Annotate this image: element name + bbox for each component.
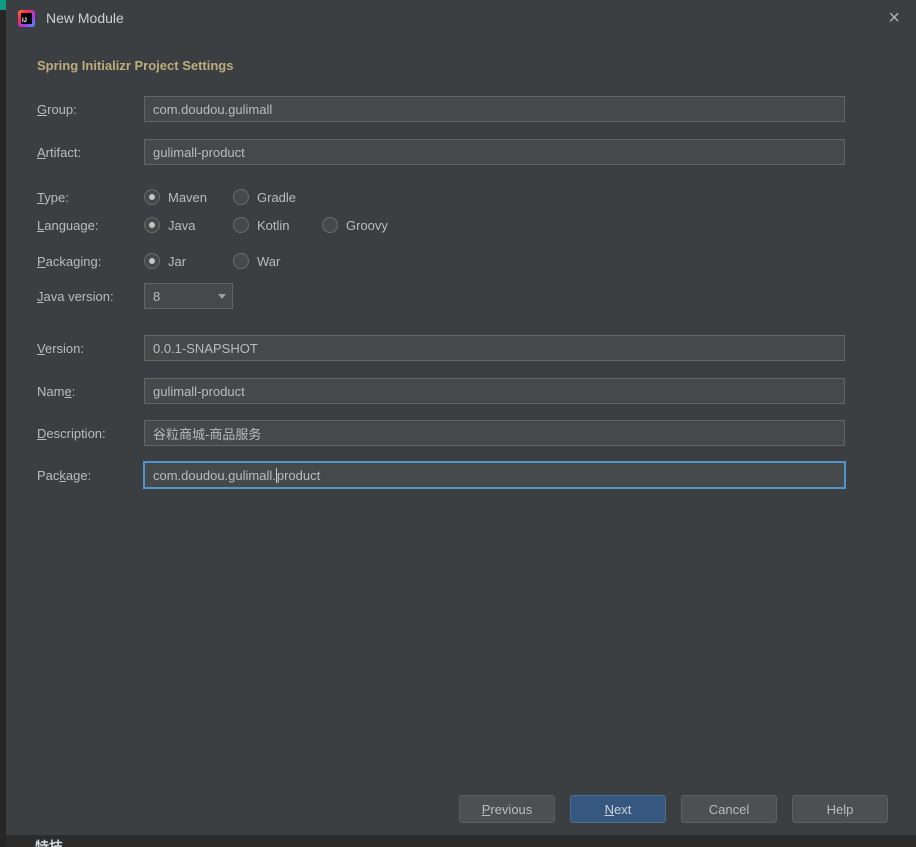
group-input[interactable]: com.doudou.gulimall: [144, 96, 845, 122]
description-label: Description:: [37, 425, 106, 441]
next-button[interactable]: Next: [570, 795, 666, 823]
language-radio-group: Java Kotlin Groovy: [144, 217, 411, 233]
intellij-logo-icon: [18, 9, 35, 27]
dialog-button-bar: Previous Next Cancel Help: [459, 795, 888, 823]
name-label: Name:: [37, 383, 76, 399]
radio-icon: [144, 189, 160, 205]
name-input[interactable]: gulimall-product: [144, 378, 845, 404]
packaging-jar-radio[interactable]: Jar: [144, 253, 233, 269]
page-title: Spring Initializr Project Settings: [37, 58, 234, 73]
cancel-button[interactable]: Cancel: [681, 795, 777, 823]
packaging-war-radio[interactable]: War: [233, 253, 322, 269]
previous-button[interactable]: Previous: [459, 795, 555, 823]
package-input[interactable]: com.doudou.gulimall. product: [144, 462, 845, 488]
language-java-radio[interactable]: Java: [144, 217, 233, 233]
description-input[interactable]: 谷粒商城-商品服务: [144, 420, 845, 446]
background-text: 特技: [35, 839, 63, 847]
type-label: Type:: [37, 189, 69, 205]
help-button[interactable]: Help: [792, 795, 888, 823]
spring-initializr-form: Group: com.doudou.gulimall Artifact: gul…: [6, 96, 916, 488]
packaging-label: Packaging:: [37, 253, 102, 269]
group-label: Group:: [37, 101, 77, 117]
background-window-fragment: 特技: [6, 835, 916, 847]
dialog-title: New Module: [46, 10, 124, 26]
radio-icon: [233, 189, 249, 205]
artifact-label: Artifact:: [37, 144, 82, 160]
artifact-input[interactable]: gulimall-product: [144, 139, 845, 165]
radio-icon: [233, 217, 249, 233]
chevron-down-icon: [218, 293, 226, 299]
type-gradle-radio[interactable]: Gradle: [233, 189, 322, 205]
type-maven-radio[interactable]: Maven: [144, 189, 233, 205]
packaging-radio-group: Jar War: [144, 253, 322, 269]
language-groovy-radio[interactable]: Groovy: [322, 217, 411, 233]
package-label: Package:: [37, 467, 92, 483]
type-radio-group: Maven Gradle: [144, 189, 322, 205]
new-module-dialog: New Module × Spring Initializr Project S…: [6, 0, 916, 835]
java-version-label: Java version:: [37, 288, 114, 304]
language-kotlin-radio[interactable]: Kotlin: [233, 217, 322, 233]
radio-icon: [144, 217, 160, 233]
radio-icon: [233, 253, 249, 269]
version-label: Version:: [37, 340, 84, 356]
java-version-select[interactable]: 8: [144, 283, 233, 309]
version-input[interactable]: 0.0.1-SNAPSHOT: [144, 335, 845, 361]
radio-icon: [144, 253, 160, 269]
language-label: Language:: [37, 217, 99, 233]
dialog-titlebar: New Module ×: [6, 0, 916, 36]
radio-icon: [322, 217, 338, 233]
close-icon[interactable]: ×: [888, 8, 900, 28]
